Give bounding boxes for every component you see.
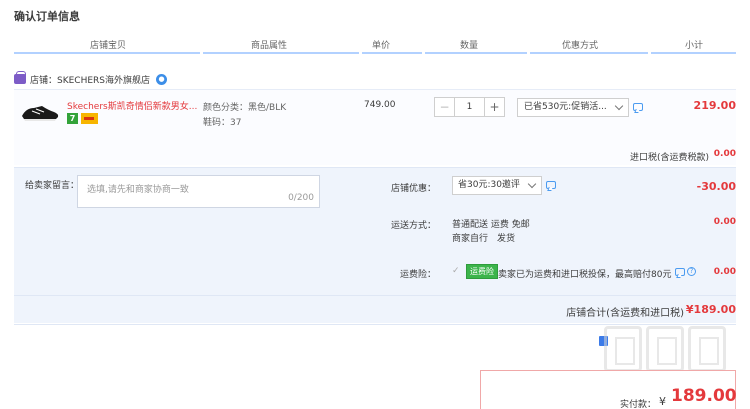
promotion-select[interactable]: 已省530元:促销活... (517, 98, 629, 117)
comment-icon[interactable] (675, 268, 685, 276)
insurance-value: 0.00 (713, 267, 736, 277)
shipping-seller-text: 商家自行 发货 (452, 234, 516, 244)
chevron-down-icon (614, 101, 624, 111)
watermark-glyph (646, 326, 684, 372)
product-thumbnail[interactable] (20, 98, 60, 124)
quantity-decrease-button[interactable]: − (434, 97, 455, 117)
column-divider (203, 52, 359, 54)
unit-price: 749.00 (364, 100, 396, 110)
seven-day-return-badge: 7 (67, 113, 78, 124)
section-divider (14, 324, 736, 325)
col-header-attr: 商品属性 (251, 41, 288, 51)
shipping-value: 0.00 (713, 217, 736, 227)
col-header-qty: 数量 (460, 41, 479, 51)
comment-icon[interactable] (633, 103, 643, 111)
product-size-attr: 鞋码：37 (203, 118, 242, 128)
watermark-glyph (604, 326, 642, 372)
shop-total-label: 店铺合计(含运费和进口税) (566, 308, 684, 319)
insurance-badge: 运费险 (466, 264, 498, 279)
shop-discount-value: -30.00 (696, 180, 736, 193)
col-header-promo: 优惠方式 (562, 41, 599, 51)
promotion-selected-value: 已省530元:促销活... (524, 102, 607, 112)
column-divider (362, 52, 422, 54)
watermark-logo (604, 326, 732, 376)
card-payment-icon (81, 113, 98, 124)
sneaker-image (22, 106, 59, 121)
memo-placeholder: 选填,请先和商家协商一致 (87, 185, 189, 195)
product-title-link[interactable]: Skechers斯凯奇情侣新款男女... (67, 99, 199, 112)
seller-memo-textarea[interactable]: 选填,请先和商家协商一致 0/200 (77, 175, 320, 208)
watermark-glyph (688, 326, 726, 372)
quantity-stepper: − 1 + (434, 97, 505, 117)
chat-seller-icon[interactable]: ● (156, 73, 168, 85)
col-header-subtotal: 小计 (685, 41, 704, 51)
order-options-panel: 给卖家留言： 选填,请先和商家协商一致 0/200 店铺优惠： 省30元:30邀… (14, 167, 736, 295)
payment-amount: 189.00 (671, 386, 737, 406)
shop-discount-selected-value: 省30元:30邀评 (458, 180, 520, 190)
shop-total-value: ¥189.00 (685, 303, 736, 316)
item-subtotal: 219.00 (693, 99, 736, 112)
shipping-label: 运送方式： (390, 221, 436, 231)
payment-summary-box: 实付款： ¥ 189.00 (480, 370, 737, 409)
shop-discount-label: 店铺优惠： (390, 184, 436, 194)
quantity-input[interactable]: 1 (455, 97, 484, 117)
comment-icon[interactable] (546, 181, 556, 189)
payment-currency: ¥ (659, 395, 666, 408)
shop-name-link[interactable]: 店铺：SKECHERS海外旗舰店 (30, 73, 150, 86)
column-divider (651, 52, 736, 54)
insurance-checkbox[interactable]: ✓ (452, 266, 460, 276)
shop-total-bar: 店铺合计(含运费和进口税) ¥189.00 (14, 295, 736, 323)
col-header-item: 店铺宝贝 (90, 41, 127, 51)
quantity-increase-button[interactable]: + (484, 97, 505, 117)
import-tax-value: 0.00 (713, 149, 736, 159)
insurance-description: 卖家已为运费和进口税投保，最高赔付80元 (498, 270, 672, 280)
page-title: 确认订单信息 (14, 10, 80, 23)
column-header: 店铺宝贝 商品属性 单价 数量 优惠方式 小计 (14, 38, 736, 54)
col-header-price: 单价 (372, 41, 391, 51)
payment-label: 实付款： (620, 400, 657, 409)
shipping-method-text: 普通配送 运费 免邮 (452, 220, 530, 230)
memo-label: 给卖家留言： (25, 181, 80, 191)
product-row: Skechers斯凯奇情侣新款男女... 7 颜色分类：黑色/BLK 鞋码：37… (14, 89, 736, 165)
product-color-attr: 颜色分类：黑色/BLK (203, 103, 287, 113)
shop-discount-select[interactable]: 省30元:30邀评 (452, 176, 542, 195)
column-divider (530, 52, 648, 54)
memo-char-counter: 0/200 (288, 193, 314, 203)
column-divider (14, 52, 200, 54)
help-icon[interactable]: ? (687, 267, 696, 276)
import-tax-label: 进口税(含运费税款) (630, 153, 710, 163)
column-divider (425, 52, 527, 54)
shop-icon (14, 71, 26, 84)
chevron-down-icon (527, 179, 537, 189)
shop-row: 店铺：SKECHERS海外旗舰店 ● (14, 71, 168, 86)
insurance-label: 运费险： (399, 270, 436, 280)
